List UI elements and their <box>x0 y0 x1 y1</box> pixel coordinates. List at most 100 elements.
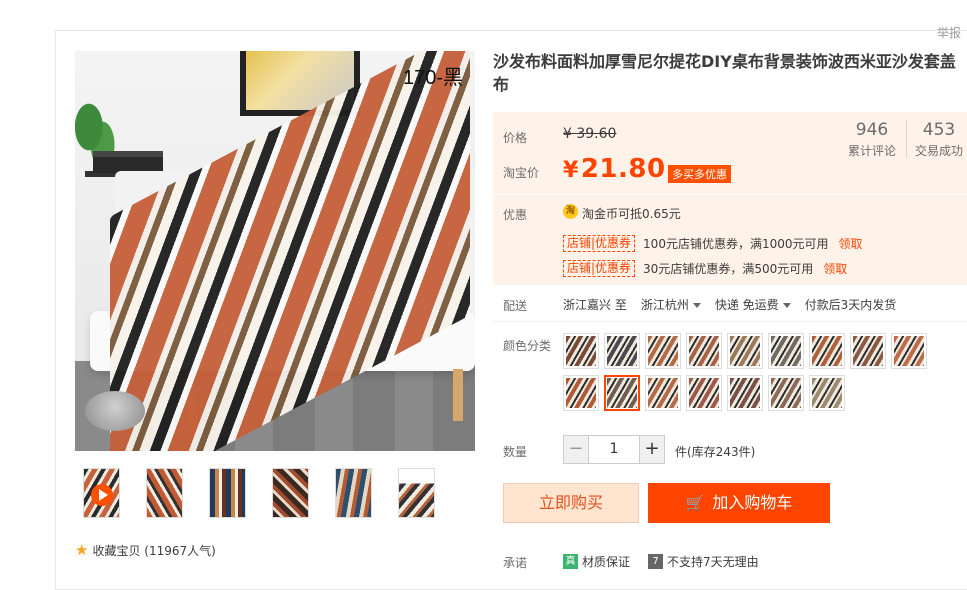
buy-now-button[interactable]: 立即购买 <box>503 483 639 523</box>
deal-count: 453 <box>922 120 956 140</box>
favorite-label: 收藏宝贝 (11967人气) <box>92 543 216 558</box>
color-swatch[interactable] <box>686 333 722 369</box>
add-to-cart-button[interactable]: 🛒 加入购物车 <box>648 483 830 523</box>
image-books <box>93 151 163 173</box>
stat-divider <box>906 120 907 158</box>
swatch-image <box>730 336 760 366</box>
swatch-image <box>771 336 801 366</box>
quantity-minus-button[interactable]: − <box>563 435 589 464</box>
color-swatch[interactable] <box>645 333 681 369</box>
promise-label: 承诺 <box>503 556 528 570</box>
chevron-down-icon <box>782 303 791 308</box>
favorite-button[interactable]: ★ 收藏宝贝 (11967人气) <box>75 541 216 559</box>
thumbnail[interactable] <box>146 468 183 518</box>
coupon-text: 100元店铺优惠券，满1000元可用 <box>643 237 829 251</box>
image-sofa-leg <box>453 369 463 421</box>
color-swatch[interactable] <box>850 333 886 369</box>
promo-label: 优惠 <box>503 208 528 222</box>
thumbnail[interactable] <box>209 468 246 518</box>
thumbnail[interactable] <box>398 468 435 518</box>
no-return-icon: 7 <box>648 554 664 569</box>
product-title: 沙发布料面料加厚雪尼尔提花DIY桌布背景装饰波西米亚沙发套盖布 <box>493 52 956 94</box>
taojinbi-icon: 淘 <box>563 204 578 219</box>
add-to-cart-label: 加入购物车 <box>712 493 793 512</box>
swatch-image <box>689 336 719 366</box>
current-price-value: 21.80 <box>580 154 666 184</box>
swatch-image <box>894 336 924 366</box>
ship-time: 付款后3天内发货 <box>804 298 897 312</box>
ship-method-text: 快递 免运费 <box>714 298 779 312</box>
quantity-plus-button[interactable]: + <box>639 435 665 464</box>
color-swatch[interactable] <box>809 333 845 369</box>
swatch-image <box>648 378 678 408</box>
shipping-row: 浙江嘉兴 至 浙江杭州 快递 免运费 付款后3天内发货 <box>563 296 896 313</box>
thumbnail-strip <box>83 468 435 518</box>
divider <box>493 321 967 322</box>
color-swatch[interactable] <box>768 333 804 369</box>
color-swatch[interactable] <box>727 333 763 369</box>
color-label: 颜色分类 <box>503 339 552 353</box>
color-swatch[interactable] <box>809 375 845 411</box>
review-label: 累计评论 <box>847 144 896 158</box>
color-swatch[interactable] <box>891 333 927 369</box>
promise-row: 真 材质保证 7 不支持7天无理由 <box>563 553 759 570</box>
ship-method-select[interactable]: 快递 免运费 <box>715 296 791 313</box>
swatch-image <box>730 378 760 408</box>
stock-text: 件(库存243件) <box>675 445 756 459</box>
swatch-image <box>607 336 637 366</box>
color-swatch[interactable] <box>727 375 763 411</box>
taojinbi-text: 淘金币可抵0.65元 <box>582 207 681 221</box>
original-price: ¥ 39.60 <box>563 126 617 142</box>
review-stat[interactable]: 946 累计评论 <box>845 120 899 159</box>
genuine-icon: 真 <box>563 554 578 569</box>
image-lamp <box>85 391 145 431</box>
swatch-image <box>771 378 801 408</box>
color-swatch[interactable] <box>768 375 804 411</box>
ship-to-select[interactable]: 浙江杭州 <box>641 296 701 313</box>
swatch-image <box>566 378 596 408</box>
coupon-text: 30元店铺优惠券，满500元可用 <box>643 262 814 276</box>
swatch-image <box>607 378 637 408</box>
coupon-row: 店铺|优惠券 30元店铺优惠券，满500元可用 领取 <box>563 260 847 277</box>
no-return-text: 不支持7天无理由 <box>667 555 759 569</box>
coupon-claim-link[interactable]: 领取 <box>823 260 847 277</box>
taobao-price-label: 淘宝价 <box>503 166 540 180</box>
swatch-image <box>566 336 596 366</box>
image-variant-label: 170-黑 <box>402 67 463 89</box>
color-swatch[interactable] <box>604 375 640 411</box>
quantity-stepper: − 1 + <box>563 435 665 464</box>
color-swatch[interactable] <box>645 375 681 411</box>
ship-from: 浙江嘉兴 至 <box>563 298 627 312</box>
review-count: 946 <box>855 120 889 140</box>
color-swatch[interactable] <box>563 375 599 411</box>
thumbnail-video[interactable] <box>83 468 120 518</box>
quantity-input[interactable]: 1 <box>589 435 639 464</box>
color-swatch[interactable] <box>604 333 640 369</box>
current-price: ¥21.80 <box>563 154 666 184</box>
play-icon <box>91 484 113 506</box>
swatch-image <box>812 336 842 366</box>
coupon-row: 店铺|优惠券 100元店铺优惠券，满1000元可用 领取 <box>563 235 863 252</box>
swatch-image <box>648 336 678 366</box>
coupon-tag: 店铺|优惠券 <box>563 260 636 277</box>
chevron-down-icon <box>692 303 701 308</box>
color-swatch-list <box>563 333 933 411</box>
thumbnail[interactable] <box>335 468 372 518</box>
cart-icon: 🛒 <box>685 494 705 512</box>
genuine-text: 材质保证 <box>582 555 631 569</box>
color-swatch[interactable] <box>686 375 722 411</box>
swatch-image <box>689 378 719 408</box>
main-product-image[interactable]: 170-黑 <box>75 51 475 451</box>
ship-to-text: 浙江杭州 <box>640 298 689 312</box>
coupon-claim-link[interactable]: 领取 <box>839 235 863 252</box>
currency-symbol: ¥ <box>563 158 579 183</box>
thumbnail[interactable] <box>272 468 309 518</box>
swatch-image <box>812 378 842 408</box>
shipping-label: 配送 <box>503 299 528 313</box>
deal-stat[interactable]: 453 交易成功 <box>911 120 967 159</box>
multi-buy-badge[interactable]: 多买多优惠 <box>668 165 731 183</box>
color-swatch[interactable] <box>563 333 599 369</box>
deal-label: 交易成功 <box>914 144 963 158</box>
quantity-label: 数量 <box>503 445 528 459</box>
swatch-image <box>853 336 883 366</box>
